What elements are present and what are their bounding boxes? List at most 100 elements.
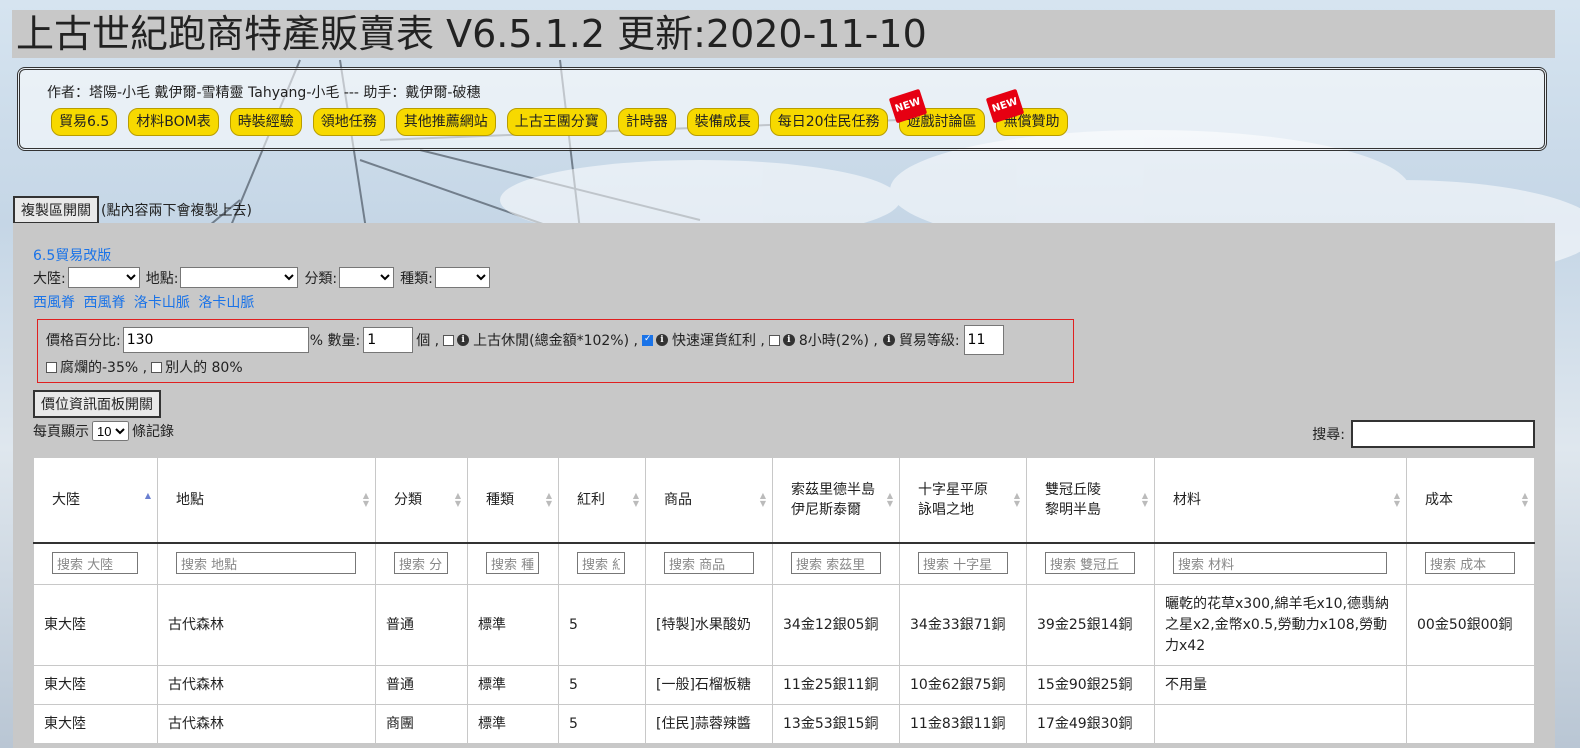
continent-label: 大陸: <box>33 270 66 287</box>
table-cell: 古代森林 <box>157 665 376 705</box>
nav-button-label: 材料BOM表 <box>136 114 211 130</box>
table-cell: 39金25銀14銅 <box>1026 584 1155 666</box>
filter-input-product[interactable] <box>664 552 754 575</box>
column-header-product[interactable]: 商品 ▲ ▼ <box>645 457 773 544</box>
trade-level-input[interactable] <box>963 325 1004 355</box>
continent-select[interactable] <box>67 267 140 288</box>
table-cell: [住民]蒜蓉辣醬 <box>645 704 773 744</box>
column-header-materials[interactable]: 材料 ▲ ▼ <box>1154 457 1407 544</box>
nav-button-forum[interactable]: NEW 遊戲討論區 <box>888 88 985 136</box>
main-panel: 6.5貿易改版 大陸: 地點: 分類: 種類: 西風脊 西風脊 洛卡山脈 洛卡山… <box>13 223 1555 748</box>
filter-input-continent[interactable] <box>52 552 138 575</box>
filter-cell <box>1154 542 1407 585</box>
filter-input-cost[interactable] <box>1425 552 1515 575</box>
version-link[interactable]: 6.5貿易改版 <box>33 245 111 265</box>
filter-input-two-crowns[interactable] <box>1045 552 1135 575</box>
leisure-checkbox[interactable] <box>443 334 455 346</box>
column-header-type[interactable]: 種類 ▲ ▼ <box>467 457 559 544</box>
filter-input-bonus[interactable] <box>577 552 625 575</box>
nav-button-costume-exp[interactable]: 時裝經驗 <box>229 108 302 136</box>
nav-button-label: 時裝經驗 <box>237 114 294 130</box>
nav-panel: 作者：塔陽-小毛 戴伊爾-雪精靈 Tahyang-小毛 --- 助手：戴伊爾-破… <box>17 67 1547 151</box>
filter-input-location[interactable] <box>176 552 356 575</box>
table-cell: 11金83銀11銅 <box>899 704 1027 744</box>
table-row[interactable]: 東大陸 古代森林 普通 標準 5 [特製]水果酸奶 34金12銀05銅 34金3… <box>33 584 1535 666</box>
page-size-select[interactable]: 10 <box>92 421 129 441</box>
filter-cell <box>467 542 559 585</box>
info-icon[interactable]: i <box>655 334 668 346</box>
nav-button-territory[interactable]: 領地任務 <box>312 108 385 136</box>
header-label: 分類 <box>394 492 422 508</box>
header-label: 材料 <box>1173 492 1201 508</box>
price-panel-toggle-button[interactable]: 價位資訊面板開關 <box>33 390 161 418</box>
title-bar: 上古世紀跑商特產販賣表 V6.5.1.2 更新:2020-11-10 <box>12 10 1555 58</box>
column-header-cinderstone[interactable]: 十字星平原 詠唱之地 ▲ ▼ <box>899 457 1027 544</box>
filter-input-materials[interactable] <box>1173 552 1387 575</box>
column-header-bonus[interactable]: 紅利 ▲ ▼ <box>558 457 646 544</box>
region-link[interactable]: 洛卡山脈 <box>134 295 190 311</box>
settings-box: 價格百分比: % 數量: 個 , i 上古休閒(總金額*102%) , i 快速… <box>37 319 1074 383</box>
region-link[interactable]: 洛卡山脈 <box>198 295 254 311</box>
column-header-sozreed[interactable]: 索茲里德半島 伊尼斯泰爾 ▲ ▼ <box>772 457 900 544</box>
search-input[interactable] <box>1351 420 1535 448</box>
nav-button-timer[interactable]: 計時器 <box>617 108 676 136</box>
nav-button-trade[interactable]: 貿易6.5 <box>51 108 118 136</box>
header-label: 索茲里德半島 伊尼斯泰爾 <box>791 482 875 518</box>
table-cell: 東大陸 <box>33 704 158 744</box>
category-select[interactable] <box>339 267 395 288</box>
qty-input[interactable] <box>363 327 414 353</box>
header-label: 雙冠丘陵 黎明半島 <box>1045 482 1101 518</box>
column-header-cost[interactable]: 成本 ▲ ▼ <box>1406 457 1535 544</box>
table-header-row: 大陸 ▲ 地點 ▲ ▼ 分類 ▲ ▼ 種類 ▲ ▼ 紅利 ▲ ▼ 商品 ▲ ▼ 索茲里德半島 伊尼斯泰… <box>33 457 1535 544</box>
filter-input-cinderstone[interactable] <box>918 552 1008 575</box>
column-header-category[interactable]: 分類 ▲ ▼ <box>375 457 468 544</box>
type-select[interactable] <box>434 267 490 288</box>
info-icon[interactable]: i <box>882 334 895 346</box>
sort-icon: ▲ ▼ <box>632 491 639 508</box>
table-row[interactable]: 東大陸 古代森林 商團 標準 5 [住民]蒜蓉辣醬 13金53銀15銅 11金8… <box>33 704 1535 744</box>
location-select[interactable] <box>180 267 299 288</box>
trade-level-label: 貿易等級: <box>898 333 960 349</box>
page-size-control: 每頁顯示 10 條記錄 <box>33 421 174 441</box>
table-row[interactable]: 東大陸 古代森林 普通 標準 5 [一般]石榴板糖 11金25銀11銅 10金6… <box>33 665 1535 705</box>
sort-icon: ▲ ▼ <box>1141 491 1148 508</box>
table-cell: 商團 <box>375 704 468 744</box>
region-link[interactable]: 西風脊 <box>83 295 125 311</box>
nav-button-loot[interactable]: 上古王團分寶 <box>506 108 607 136</box>
table-cell: [一般]石榴板糖 <box>645 665 773 705</box>
authors-text: 作者：塔陽-小毛 戴伊爾-雪精靈 Tahyang-小毛 --- 助手：戴伊爾-破… <box>47 85 481 101</box>
sort-icon: ▲ ▼ <box>1013 491 1020 508</box>
info-icon[interactable]: i <box>457 334 470 346</box>
table-cell: 11金25銀11銅 <box>772 665 900 705</box>
price-pct-input[interactable] <box>122 327 309 353</box>
nav-button-bom[interactable]: 材料BOM表 <box>128 108 219 136</box>
table-cell: 普通 <box>375 665 468 705</box>
rotten-checkbox[interactable] <box>46 361 57 373</box>
copy-hint: (點內容兩下會複製上去) <box>101 203 252 219</box>
table-cell: 5 <box>558 584 646 666</box>
filter-input-category[interactable] <box>394 552 448 575</box>
header-label: 地點 <box>176 492 204 508</box>
table-cell: 古代森林 <box>157 584 376 666</box>
nav-button-other-sites[interactable]: 其他推薦網站 <box>395 108 496 136</box>
eight-hour-label: 8小時(2%) , <box>798 333 878 349</box>
eight-hour-checkbox[interactable] <box>768 334 780 346</box>
nav-button-gear[interactable]: 裝備成長 <box>686 108 759 136</box>
filter-cell <box>645 542 773 585</box>
column-header-continent[interactable]: 大陸 ▲ <box>33 457 158 544</box>
column-header-two-crowns[interactable]: 雙冠丘陵 黎明半島 ▲ ▼ <box>1026 457 1155 544</box>
nav-button-donate[interactable]: NEW 無償贊助 <box>985 88 1068 136</box>
info-icon[interactable]: i <box>782 334 795 346</box>
fast-delivery-checkbox[interactable] <box>641 334 653 346</box>
filter-input-sozreed[interactable] <box>791 552 881 575</box>
others-checkbox[interactable] <box>151 361 163 373</box>
column-header-location[interactable]: 地點 ▲ ▼ <box>157 457 376 544</box>
sort-asc-icon: ▲ <box>144 491 151 500</box>
filter-input-type[interactable] <box>486 552 539 575</box>
price-panel-toggle-wrap: 價位資訊面板開關 <box>33 390 161 418</box>
table-cell: 00金50銀00銅 <box>1406 584 1535 666</box>
nav-button-daily-quests[interactable]: 每日20住民任務 <box>769 108 888 136</box>
copy-toggle-button[interactable]: 複製區開關 <box>13 196 99 224</box>
region-link[interactable]: 西風脊 <box>33 295 75 311</box>
table-cell: 標準 <box>467 704 559 744</box>
